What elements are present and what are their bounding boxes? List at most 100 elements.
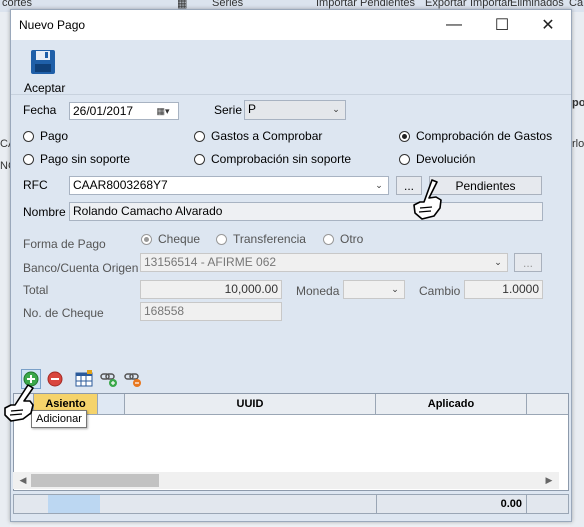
minimize-button[interactable]: — <box>431 10 477 40</box>
radio-pago[interactable]: Pago <box>23 129 68 143</box>
rfc-value: CAAR8003268Y7 <box>73 178 168 192</box>
accept-label: Aceptar <box>24 81 66 95</box>
radio-devolucion-circle <box>399 153 410 165</box>
radio-pss-circle <box>23 153 34 165</box>
hand-pointer-cursor-icon <box>4 384 34 422</box>
moneda-label: Moneda <box>296 284 340 298</box>
footer-total: 0.00 <box>376 495 527 513</box>
bg-tab-importar: Importar <box>470 0 511 9</box>
fecha-label: Fecha <box>23 103 57 117</box>
bg-fragment-po: po <box>572 97 584 109</box>
grid-header-uuid[interactable]: UUID <box>125 394 376 414</box>
total-input[interactable]: 10,000.00 <box>140 280 282 299</box>
close-button[interactable]: ✕ <box>525 10 571 40</box>
serie-select[interactable]: P ⌄ <box>244 100 346 120</box>
radio-cheque-circle <box>141 233 152 245</box>
grid-footer: 0.00 <box>13 494 569 514</box>
scroll-thumb[interactable] <box>31 474 159 487</box>
calendar-dropdown-icon[interactable]: ▦▾ <box>150 103 176 119</box>
scroll-left-arrow-icon[interactable]: ◀ <box>15 473 31 488</box>
cambio-input[interactable]: 1.0000 <box>464 280 543 299</box>
nombre-input[interactable]: Rolando Camacho Alvarado <box>69 202 543 221</box>
serie-label: Serie <box>214 103 243 117</box>
nombre-value: Rolando Camacho Alvarado <box>73 204 223 218</box>
radio-pss-label: Pago sin soporte <box>40 152 131 166</box>
link-remove-button[interactable] <box>124 370 142 388</box>
remove-row-button[interactable] <box>46 370 64 388</box>
cambio-label: Cambio <box>419 284 461 298</box>
cheque-label: No. de Cheque <box>23 306 104 320</box>
rfc-combobox[interactable]: CAAR8003268Y7 ⌄ <box>69 176 389 195</box>
grid-header-expand[interactable] <box>98 394 125 414</box>
radio-pago-circle <box>23 130 34 142</box>
radio-gastos-a-comprobar[interactable]: Gastos a Comprobar <box>194 129 322 143</box>
chain-link-add-icon <box>100 373 117 387</box>
save-disk-icon <box>31 50 55 74</box>
title-bar: Nuevo Pago — ☐ ✕ <box>11 10 571 40</box>
chevron-down-icon: ⌄ <box>375 180 383 190</box>
scroll-right-arrow-icon[interactable]: ▶ <box>541 473 557 488</box>
radio-devolucion[interactable]: Devolución <box>399 152 475 166</box>
grid-header-extra <box>527 394 568 414</box>
minus-circle-icon <box>47 371 63 387</box>
radio-css-label: Comprobación sin soporte <box>211 152 352 166</box>
hand-pointer-cursor-icon <box>413 179 442 220</box>
chevron-down-icon: ⌄ <box>332 104 340 114</box>
radio-cheque-label: Cheque <box>158 232 201 246</box>
window-title: Nuevo Pago <box>19 18 86 32</box>
radio-comprobacion-label: Comprobación de Gastos <box>416 129 553 143</box>
radio-css-circle <box>194 153 205 165</box>
radio-transferencia-label: Transferencia <box>233 232 306 246</box>
radio-comprobacion-de-gastos[interactable]: Comprobación de Gastos <box>399 129 552 143</box>
radio-pago-label: Pago <box>40 129 69 143</box>
chevron-down-icon: ⌄ <box>391 284 399 294</box>
banco-browse-button[interactable]: ... <box>514 253 542 272</box>
accept-button[interactable]: Aceptar <box>17 45 65 95</box>
moneda-select[interactable]: ⌄ <box>343 280 405 299</box>
background-left-panel <box>0 12 10 527</box>
radio-transferencia-circle <box>216 233 227 245</box>
bg-tab-cortes: cortes <box>2 0 32 9</box>
cheque-input[interactable]: 168558 <box>140 302 282 321</box>
radio-devolucion-label: Devolución <box>416 152 476 166</box>
bg-fragment-rlo: rlo <box>572 138 584 150</box>
radio-transferencia[interactable]: Transferencia <box>216 232 306 246</box>
fecha-input[interactable]: 26/01/2017 ▦▾ <box>69 102 179 120</box>
banco-label: Banco/Cuenta Origen <box>23 261 139 275</box>
grid-toolbar <box>11 365 571 393</box>
bg-tab-importar-pendientes: Importar Pendientes <box>316 0 416 9</box>
link-add-button[interactable] <box>100 370 118 388</box>
radio-otro-circle <box>323 233 334 245</box>
banco-value: 13156514 - AFIRME 062 <box>144 255 277 269</box>
rfc-label: RFC <box>23 178 48 192</box>
chevron-down-icon: ⌄ <box>494 257 502 267</box>
grid-header-aplicado[interactable]: Aplicado <box>376 394 527 414</box>
radio-otro-label: Otro <box>340 232 364 246</box>
nuevo-pago-dialog: Nuevo Pago — ☐ ✕ Aceptar Fecha 26/01/201… <box>10 9 572 522</box>
grid-header: Asiento UUID Aplicado <box>14 394 568 415</box>
bg-tab-exportar: Exportar <box>425 0 467 9</box>
forma-pago-label: Forma de Pago <box>23 237 106 251</box>
table-grid-icon <box>75 370 93 387</box>
fecha-value: 26/01/2017 <box>73 104 134 118</box>
radio-comprobacion-sin-soporte[interactable]: Comprobación sin soporte <box>194 152 351 166</box>
chain-link-remove-icon <box>124 373 141 387</box>
banco-combobox[interactable]: 13156514 - AFIRME 062 ⌄ <box>140 253 508 272</box>
bg-tab-series: Series <box>212 0 244 9</box>
background-right-panel <box>570 12 584 527</box>
toolbar: Aceptar <box>11 40 571 95</box>
tooltip-adicionar: Adicionar <box>31 410 87 428</box>
table-edit-button[interactable] <box>75 370 93 388</box>
nombre-label: Nombre <box>23 205 66 219</box>
radio-otro[interactable]: Otro <box>323 232 363 246</box>
radio-pago-sin-soporte[interactable]: Pago sin soporte <box>23 152 130 166</box>
maximize-button[interactable]: ☐ <box>479 10 525 40</box>
footer-highlight <box>48 495 100 513</box>
radio-gastos-label: Gastos a Comprobar <box>211 129 323 143</box>
total-label: Total <box>23 283 49 297</box>
serie-value: P <box>248 102 257 116</box>
grid-horizontal-scrollbar[interactable]: ◀ ▶ <box>13 472 559 489</box>
radio-cheque[interactable]: Cheque <box>141 232 200 246</box>
bg-tab-eliminados: Eliminados <box>510 0 564 9</box>
radio-gastos-circle <box>194 130 205 142</box>
